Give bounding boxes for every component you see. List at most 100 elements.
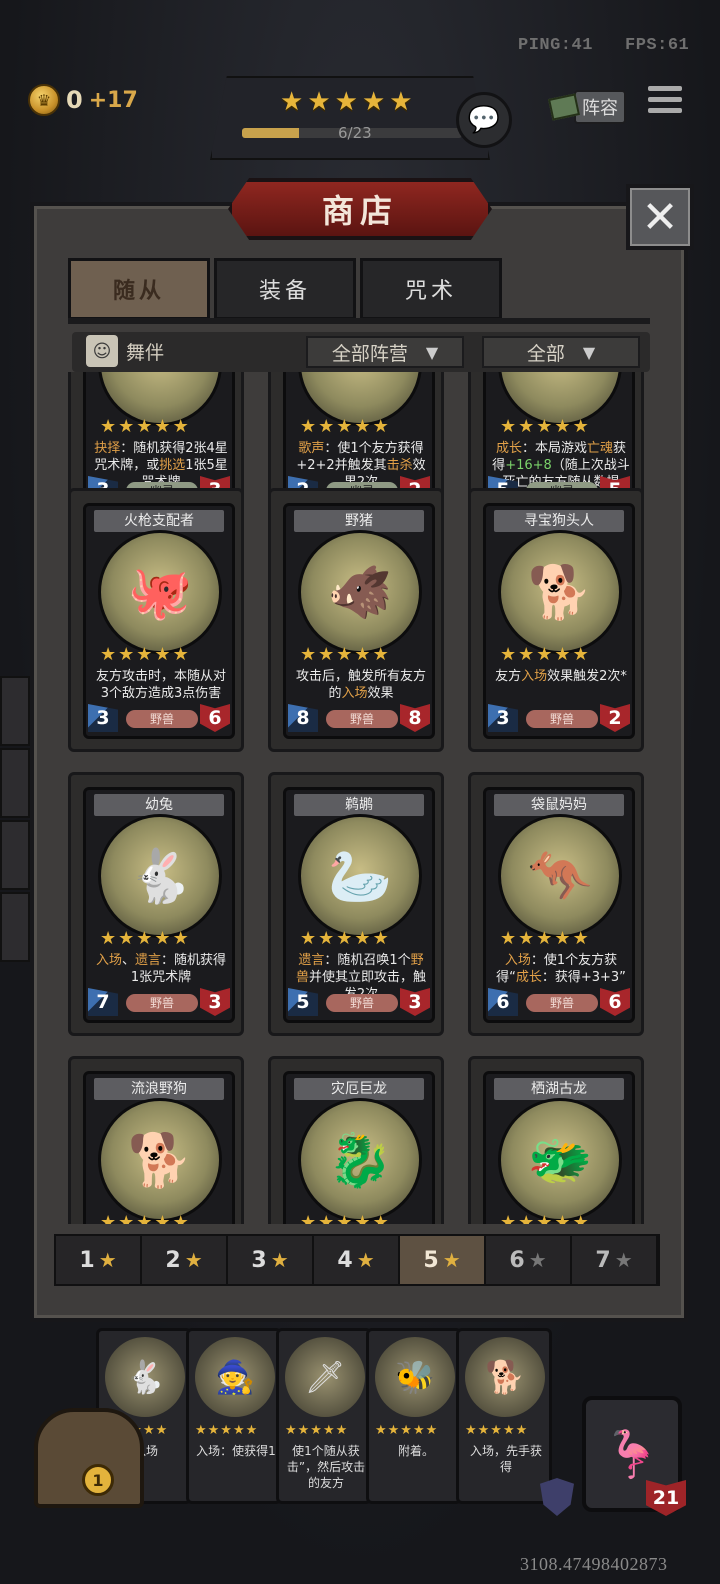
keyword: +16+8 [505, 458, 552, 473]
level-star-icon: ★ [307, 87, 331, 117]
minion-name: 灾厄巨龙 [294, 1078, 424, 1100]
minion-slot[interactable]: 袋鼠妈妈 🦘 ★ ★ ★ ★ ★ 入场：使1个友方获得“成长：获得+3+3” 6 6 野兽 [468, 772, 644, 1036]
hand-card-portrait-icon: 🗡 [304, 1358, 346, 1396]
minion-portrait-icon: 🦘 [527, 846, 593, 907]
tab-minions[interactable]: 随从 [68, 258, 210, 320]
minion-slot[interactable]: 野猪 🐗 ★ ★ ★ ★ ★ 攻击后，触发所有友方的入场效果 8 8 野兽 [268, 488, 444, 752]
minion-stars: ★ ★ ★ ★ ★ [500, 1212, 589, 1225]
star-icon: ★ [336, 928, 353, 949]
close-button[interactable]: ✕ [626, 184, 694, 250]
star-icon: ★ [98, 1248, 117, 1272]
lineup-button[interactable]: 阵容 [548, 90, 626, 124]
tier-button-1[interactable]: 1 ★ [56, 1236, 142, 1284]
hand-card[interactable]: 🧙 ★★★★★ 入场：使获得1 [186, 1328, 282, 1504]
star-icon: ★ [500, 928, 517, 949]
minion-slot[interactable]: 流浪野狗 🐕 ★ ★ ★ ★ ★ [68, 1056, 244, 1224]
keyword: 亡魂 [587, 441, 614, 456]
tribe-badge: 野兽 [326, 994, 398, 1012]
star-icon: ★ [372, 416, 389, 437]
dance-partner-toggle[interactable]: ☺ 舞伴 [86, 335, 164, 367]
ping-text: PING:41 [518, 36, 593, 55]
lineup-label: 阵容 [574, 90, 626, 124]
star-icon: ★ [554, 416, 571, 437]
star-icon: ★ [300, 1212, 317, 1225]
minion-slot[interactable]: 栖湖古龙 🐲 ★ ★ ★ ★ ★ [468, 1056, 644, 1224]
hand-card-text: 入场：使获得1 [196, 1444, 276, 1458]
minion-description: 入场：使1个友方获得“成长：获得+3+3” [496, 953, 626, 985]
star-icon: ★ [136, 1212, 153, 1225]
star-icon: ★ [554, 1212, 571, 1225]
minion-portrait-icon: 🐕 [127, 1130, 193, 1191]
star-icon: ★ [614, 1248, 633, 1272]
health-value: 3 [400, 988, 430, 1016]
tier-button-6[interactable]: 6 ★ [486, 1236, 572, 1284]
star-icon: ★ [318, 928, 335, 949]
star-icon: ★ [172, 928, 189, 949]
attack-value: 7 [88, 988, 118, 1016]
chat-button[interactable]: 💬 [456, 92, 512, 148]
minion-card[interactable]: 幼兔 🐇 ★ ★ ★ ★ ★ 入场、遗言：随机获得1张咒术牌 7 3 野兽 [83, 787, 235, 1023]
hand-card[interactable]: 🐕 ★★★★★ 入场，先手获得 [456, 1328, 552, 1504]
shop-tabs: 随从 装备 咒术 [68, 258, 502, 320]
minion-slot[interactable]: 鹈鹕🦢★★★★★遗言：随机召唤1个野兽并使其立即攻击，触发2次53野兽 [268, 772, 444, 1036]
minion-stars: ★ ★ ★ ★ ★ [100, 930, 189, 948]
menu-button[interactable] [648, 86, 682, 113]
minion-portrait-icon: 🐗 [327, 562, 393, 623]
faction-select[interactable]: 全部阵营 ▼ [306, 336, 464, 368]
tier-button-3[interactable]: 3 ★ [228, 1236, 314, 1284]
minion-card[interactable]: 火枪支配者 🐙 ★ ★ ★ ★ ★ 友方攻击时，本随从对3个敌方造成3点伤害 3 6 野兽 [83, 503, 235, 739]
tribe-badge: 野兽 [126, 710, 198, 728]
tribe-select[interactable]: 全部 ▼ [482, 336, 640, 368]
side-card[interactable] [0, 892, 30, 962]
minion-slot[interactable]: 火枪支配者 🐙 ★ ★ ★ ★ ★ 友方攻击时，本随从对3个敌方造成3点伤害 3 6 野兽 [68, 488, 244, 752]
tab-spells[interactable]: 咒术 [360, 258, 502, 320]
hand-card[interactable]: 🐝 ★★★★★ 附着。 [366, 1328, 462, 1504]
minion-stars: ★ ★ ★ ★ ★ [500, 930, 589, 948]
game-screen: PING:41 FPS:61 ♛ 0 +17 ★ ★ ★ ★ ★ 6/23 💬 阵容 商… [0, 0, 720, 1584]
hand-card-portrait-icon: 🐝 [395, 1358, 435, 1396]
minion-slot[interactable]: 幼兔 🐇 ★ ★ ★ ★ ★ 入场、遗言：随机获得1张咒术牌 7 3 野兽 [68, 772, 244, 1036]
tier-button-5[interactable]: 5 ★ [400, 1236, 486, 1284]
tier-number: 1 [79, 1247, 95, 1273]
keyword: 成长 [515, 970, 542, 985]
minion-stars: ★ ★ ★ ★ ★ [100, 1212, 189, 1225]
tier-button-7[interactable]: 7 ★ [572, 1236, 658, 1284]
tier-button-2[interactable]: 2 ★ [142, 1236, 228, 1284]
minion-stars: ★ ★ ★ ★ ★ [100, 646, 189, 664]
minion-name: 栖湖古龙 [494, 1078, 624, 1100]
minion-stars: ★ ★ ★ ★ ★ [300, 930, 389, 948]
tab-equipment[interactable]: 装备 [214, 258, 356, 320]
minion-card[interactable]: 鹈鹕🦢★★★★★遗言：随机召唤1个野兽并使其立即攻击，触发2次53野兽 [283, 787, 435, 1023]
minion-card[interactable]: 流浪野狗 🐕 ★ ★ ★ ★ ★ [83, 1071, 235, 1224]
side-card[interactable] [0, 748, 30, 818]
star-icon: ★ [572, 1212, 589, 1225]
hand-card-art: 🧙 [195, 1337, 275, 1417]
side-card[interactable] [0, 820, 30, 890]
minion-description: 友方攻击时，本随从对3个敌方造成3点伤害 [95, 669, 226, 701]
gold-counter: ♛ 0 +17 [28, 84, 138, 116]
star-icon: ★ [100, 1212, 117, 1225]
hand-card-stars: ★★★★★ [285, 1423, 349, 1438]
minion-card[interactable]: 袋鼠妈妈 🦘 ★ ★ ★ ★ ★ 入场：使1个友方获得“成长：获得+3+3” 6 6 野兽 [483, 787, 635, 1023]
tab-divider [68, 318, 650, 324]
hand-card-portrait-icon: 🐇 [125, 1358, 165, 1396]
hand-card[interactable]: 🗡 ★★★★★ 使1个随从获击”，然后攻击的友方 [276, 1328, 372, 1504]
close-icon: ✕ [641, 191, 679, 243]
minion-description: 友方入场效果触发2次* [495, 669, 627, 684]
minion-card[interactable]: 栖湖古龙 🐲 ★ ★ ★ ★ ★ [483, 1071, 635, 1224]
minion-slot[interactable]: 寻宝狗头人 🐕 ★ ★ ★ ★ ★ 友方入场效果触发2次* 3 2 野兽 [468, 488, 644, 752]
minion-card[interactable]: 寻宝狗头人 🐕 ★ ★ ★ ★ ★ 友方入场效果触发2次* 3 2 野兽 [483, 503, 635, 739]
tier-number: 5 [423, 1247, 439, 1273]
minion-name: 鹈鹕 [294, 794, 424, 816]
keyword: 歌声 [298, 441, 325, 456]
star-icon: ★ [318, 1212, 335, 1225]
keyword: 挑选 [159, 458, 186, 473]
minion-card[interactable]: 野猪 🐗 ★ ★ ★ ★ ★ 攻击后，触发所有友方的入场效果 8 8 野兽 [283, 503, 435, 739]
tier-button-4[interactable]: 4 ★ [314, 1236, 400, 1284]
minion-card[interactable]: 灾厄巨龙 🐉 ★ ★ ★ ★ ★ [283, 1071, 435, 1224]
minion-name: 流浪野狗 [94, 1078, 224, 1100]
dance-partner-label: 舞伴 [126, 341, 165, 364]
minion-slot[interactable]: 灾厄巨龙 🐉 ★ ★ ★ ★ ★ [268, 1056, 444, 1224]
side-card[interactable] [0, 676, 30, 746]
star-icon: ★ [354, 644, 371, 665]
